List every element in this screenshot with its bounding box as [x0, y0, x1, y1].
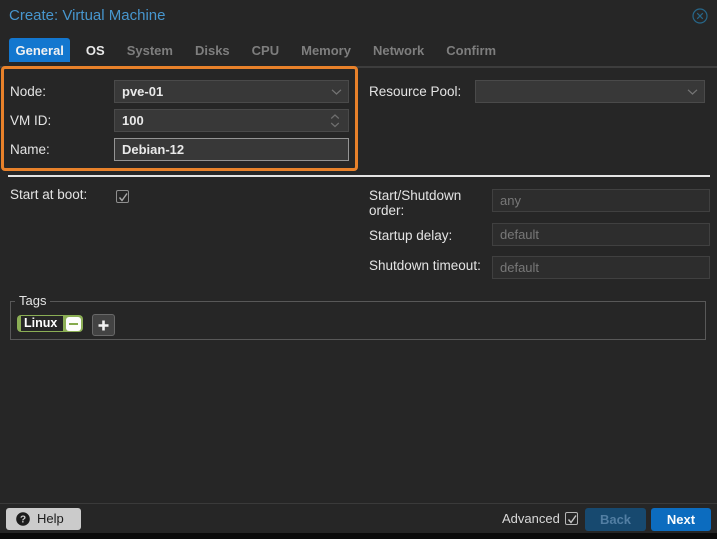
- svg-text:?: ?: [20, 514, 26, 525]
